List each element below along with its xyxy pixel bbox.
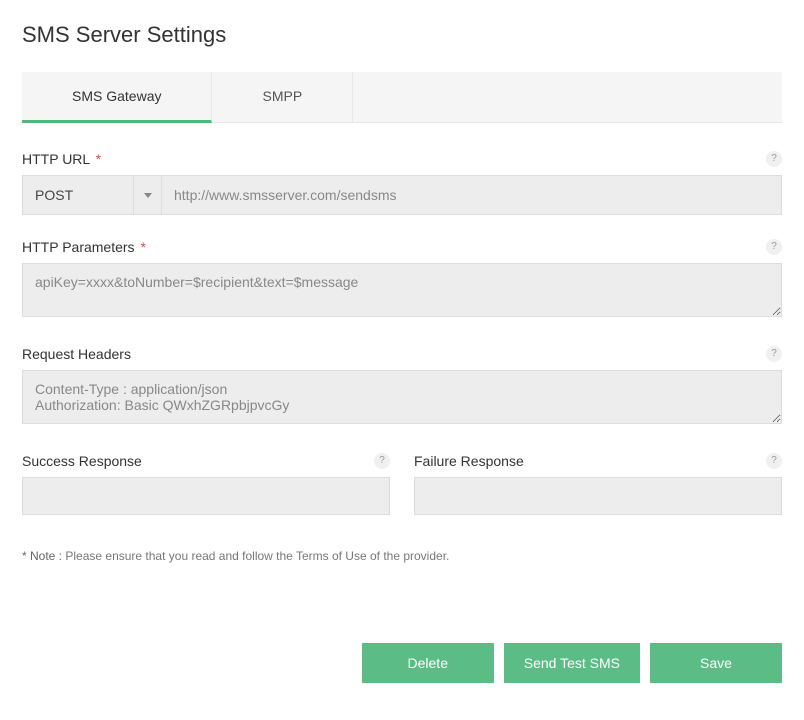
help-icon[interactable]: ? <box>374 453 390 469</box>
note: * Note : Please ensure that you read and… <box>22 549 782 563</box>
http-params-label: HTTP Parameters * <box>22 239 782 255</box>
chevron-down-icon <box>133 176 161 214</box>
help-icon[interactable]: ? <box>766 346 782 362</box>
failure-response-input[interactable] <box>414 477 782 515</box>
delete-button[interactable]: Delete <box>362 643 494 683</box>
required-marker: * <box>140 239 145 255</box>
http-method-value: POST <box>35 187 73 203</box>
help-icon[interactable]: ? <box>766 151 782 167</box>
http-url-label-text: HTTP URL <box>22 151 90 167</box>
success-response-input[interactable] <box>22 477 390 515</box>
success-response-label: Success Response <box>22 453 390 469</box>
tab-smpp[interactable]: SMPP <box>212 72 353 122</box>
note-text: Please ensure that you read and follow t… <box>62 549 449 563</box>
failure-response-label: Failure Response <box>414 453 782 469</box>
footer-actions: Delete Send Test SMS Save <box>0 623 804 703</box>
note-prefix: * Note : <box>22 549 62 563</box>
http-method-select[interactable]: POST <box>22 175 162 215</box>
http-url-input[interactable] <box>162 175 782 215</box>
required-marker: * <box>96 151 101 167</box>
tab-sms-gateway[interactable]: SMS Gateway <box>22 72 212 123</box>
help-icon[interactable]: ? <box>766 453 782 469</box>
http-params-label-text: HTTP Parameters <box>22 239 135 255</box>
http-params-textarea[interactable] <box>22 263 782 317</box>
success-response-group: Success Response ? <box>22 453 390 515</box>
page-title: SMS Server Settings <box>22 22 782 48</box>
save-button[interactable]: Save <box>650 643 782 683</box>
http-params-group: HTTP Parameters * ? <box>22 239 782 322</box>
request-headers-textarea[interactable] <box>22 370 782 424</box>
http-url-label: HTTP URL * <box>22 151 782 167</box>
send-test-sms-button[interactable]: Send Test SMS <box>504 643 640 683</box>
http-url-group: HTTP URL * ? POST <box>22 151 782 215</box>
failure-response-group: Failure Response ? <box>414 453 782 515</box>
request-headers-group: Request Headers ? <box>22 346 782 429</box>
request-headers-label: Request Headers <box>22 346 782 362</box>
tabs: SMS Gateway SMPP <box>22 72 782 123</box>
help-icon[interactable]: ? <box>766 239 782 255</box>
